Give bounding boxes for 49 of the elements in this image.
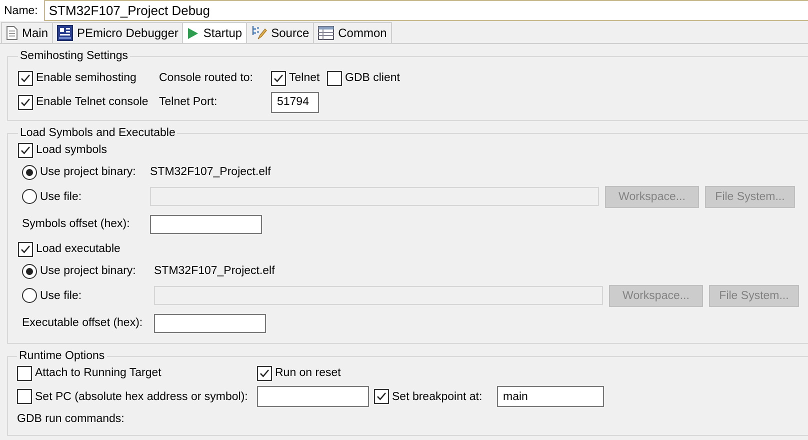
table-icon [318, 26, 334, 40]
tab[interactable]: Startup [182, 22, 248, 43]
port-label: Telnet Port: [159, 96, 218, 108]
document-icon [6, 26, 18, 40]
offset-field[interactable] [154, 314, 266, 332]
radio-button[interactable]: Use file: [22, 189, 82, 204]
check-icon [20, 72, 31, 84]
check-icon [20, 244, 31, 254]
file-path-field[interactable] [154, 286, 603, 305]
checkbox[interactable]: Attach to Running Target [17, 366, 162, 380]
check-icon [20, 96, 31, 108]
radio-button[interactable]: Use project binary: [22, 264, 136, 278]
gdb-commands-label: GDB run commands: [17, 413, 124, 425]
checkbox[interactable]: GDB client [327, 70, 400, 86]
check-icon [20, 144, 31, 156]
offset-field[interactable] [150, 214, 262, 234]
checkbox[interactable]: Enable semihosting [18, 70, 136, 86]
group-title: Load Symbols and Executable [19, 127, 176, 139]
file-name: STM32F107_Project.elf [154, 265, 275, 277]
chip-icon [57, 25, 74, 41]
file-name: STM32F107_Project.elf [150, 166, 271, 178]
file-path-field[interactable] [150, 187, 599, 206]
checkbox[interactable]: Enable Telnet console [18, 94, 148, 110]
pc-address-field[interactable] [257, 386, 369, 407]
checkbox[interactable]: Set breakpoint at: [374, 389, 482, 404]
group-title: Semihosting Settings [19, 50, 130, 62]
group-title: Runtime Options [18, 350, 106, 362]
play-icon [187, 26, 200, 40]
port-field[interactable]: 51794 [271, 92, 319, 112]
breakpoint-field[interactable]: main [497, 386, 604, 407]
radio-button[interactable]: Use file: [22, 288, 82, 303]
checkbox[interactable]: Load executable [18, 242, 120, 256]
offset-label: Executable offset (hex): [22, 317, 143, 329]
tab[interactable]: PEmicro Debugger [52, 22, 184, 43]
console-label: Console routed to: [159, 72, 253, 84]
check-icon [259, 368, 270, 378]
name-field[interactable]: STM32F107_Project Debug [44, 0, 808, 21]
checkbox[interactable]: Load symbols [18, 142, 107, 158]
checkbox[interactable]: Telnet [271, 70, 320, 86]
checkbox[interactable]: Set PC (absolute hex address or symbol): [17, 389, 248, 404]
source-icon [251, 25, 268, 41]
radio-button[interactable]: Use project binary: [22, 164, 136, 180]
tab[interactable]: Common [313, 22, 392, 43]
check-icon [376, 391, 387, 402]
tab[interactable]: Main [1, 22, 54, 43]
check-icon [273, 72, 284, 84]
name-label: Name: [4, 4, 38, 16]
checkbox[interactable]: Run on reset [257, 366, 341, 380]
offset-label: Symbols offset (hex): [22, 218, 130, 230]
